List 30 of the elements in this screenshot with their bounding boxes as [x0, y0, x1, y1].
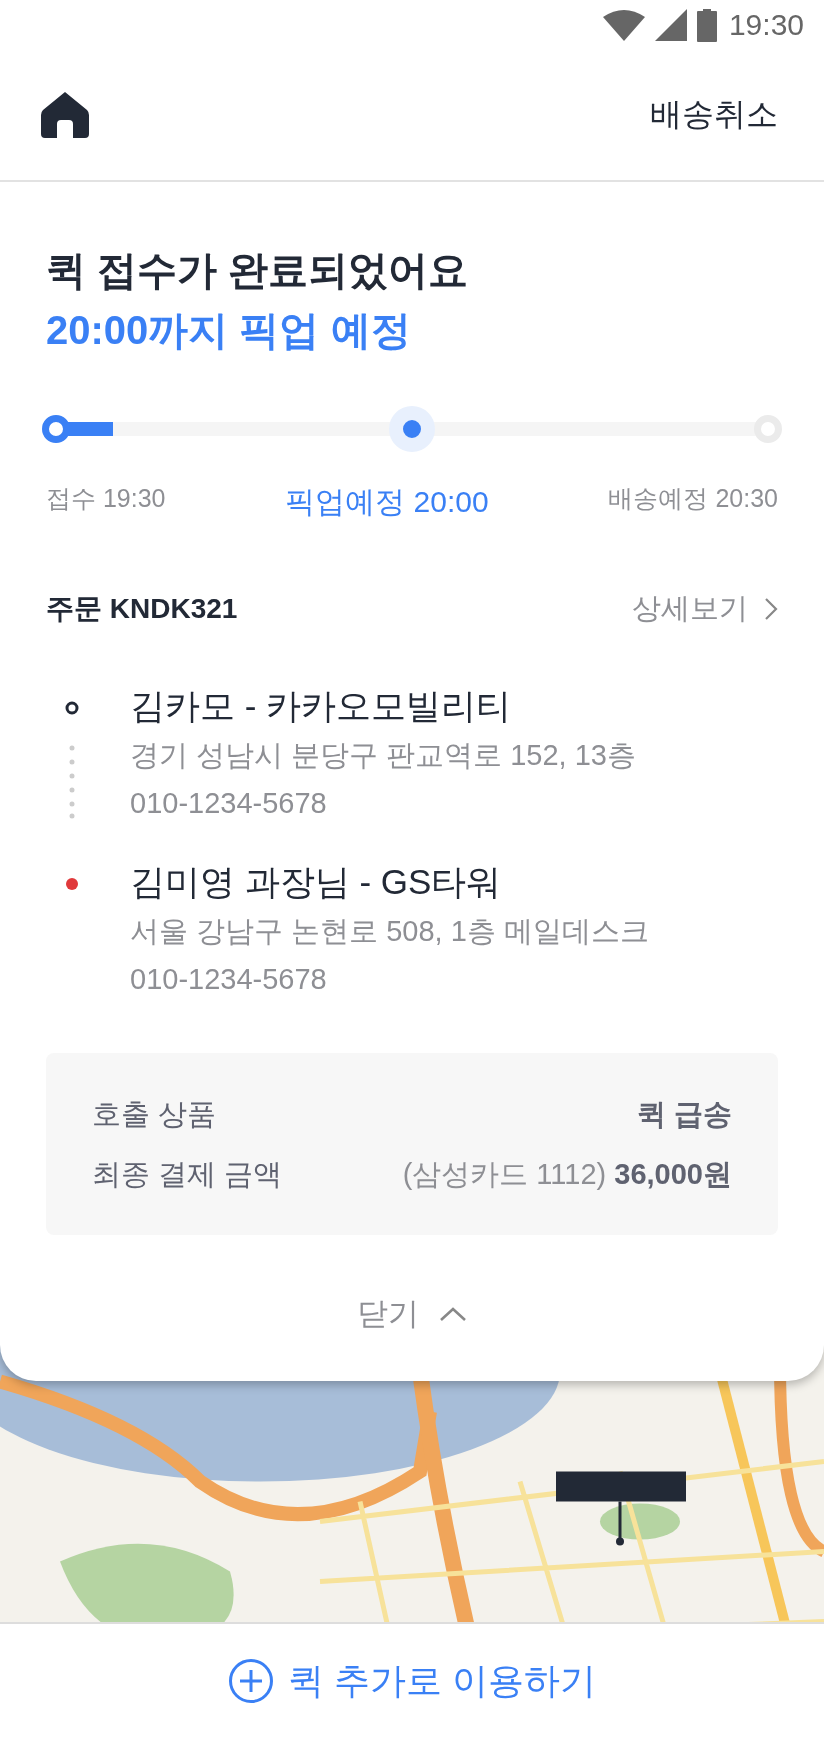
add-quick-button[interactable]: 퀵 추가로 이용하기: [228, 1656, 596, 1706]
phone-number: 010-1234-5678: [130, 962, 328, 997]
step-label: 배송예정 20:30: [608, 483, 778, 514]
address-text: 경기 성남시 분당구 판교역로 152, 13층: [130, 738, 636, 773]
wifi-icon: [602, 9, 645, 41]
cancel-delivery-button[interactable]: 배송취소: [650, 93, 778, 137]
signal-icon: [654, 9, 687, 41]
chevron-up-icon: [439, 1306, 467, 1322]
summary-value: (삼성카드 1112) 36,000원: [402, 1157, 732, 1192]
plus-circle-icon: [228, 1658, 274, 1704]
summary-label: 호출 상품: [92, 1097, 217, 1132]
step-label: 픽업예정 20:00: [285, 484, 489, 520]
phone-number: 010-1234-5678: [130, 786, 328, 821]
clock-time: 19:30: [728, 8, 804, 42]
close-button[interactable]: 닫기: [357, 1293, 467, 1335]
status-title: 퀵 접수가 완료되었어요: [46, 247, 470, 294]
home-icon[interactable]: [41, 92, 89, 138]
contact-name: 김카모 - 카카오모빌리티: [130, 685, 513, 727]
order-number: 주문 KNDK321: [46, 592, 238, 626]
step-label: 접수 19:30: [46, 483, 166, 514]
pickup-time-title: 20:00까지 픽업 예정: [46, 307, 412, 354]
destination-dot-icon: [65, 877, 79, 891]
chevron-right-icon: [764, 597, 778, 621]
contact-name: 김미영 과장님 - GS타워: [130, 861, 503, 903]
summary-value: 퀵 급송: [636, 1097, 732, 1132]
origin-dot-icon: [65, 701, 79, 715]
address-text: 서울 강남구 논현로 508, 1층 메일데스크: [130, 914, 649, 949]
battery-icon: [696, 8, 717, 42]
summary-label: 최종 결제 금액: [92, 1157, 283, 1192]
details-link[interactable]: 상세보기: [632, 589, 778, 629]
